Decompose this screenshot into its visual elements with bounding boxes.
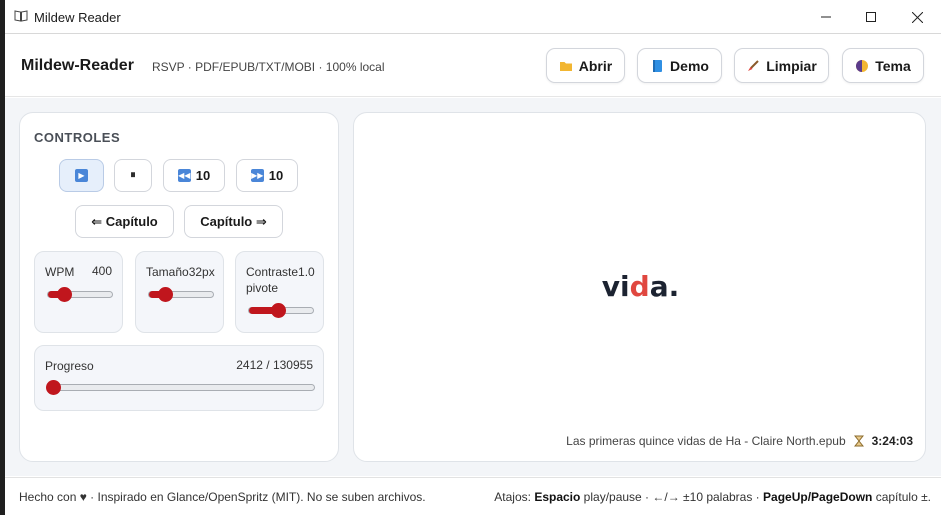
half-moon-icon — [856, 59, 869, 72]
progress-control: Progreso 2412 / 130955 — [34, 345, 324, 411]
reader-status: Las primeras quince vidas de Ha - Claire… — [566, 434, 913, 448]
maximize-button[interactable] — [848, 0, 894, 34]
main-area: CONTROLES ▶ ⏸ ◀◀ 10 ▶▶ 10 ⇐ Capítulo Cap… — [5, 98, 941, 476]
app-footer: Hecho con ♥ · Inspirado en Glance/OpenSp… — [5, 477, 941, 515]
fast-forward-icon: ▶▶ — [250, 169, 264, 182]
rewind-button[interactable]: ◀◀ 10 — [163, 159, 225, 192]
controls-panel: CONTROLES ▶ ⏸ ◀◀ 10 ▶▶ 10 ⇐ Capítulo Cap… — [19, 112, 339, 462]
close-icon — [911, 11, 923, 23]
pause-icon: ⏸ — [130, 169, 136, 181]
play-button[interactable]: ▶ — [59, 159, 104, 192]
progress-value: 2412 / 130955 — [236, 358, 313, 372]
wpm-value: 400 — [92, 264, 113, 278]
theme-button[interactable]: Tema — [842, 48, 924, 83]
progress-slider[interactable] — [46, 380, 315, 395]
next-chapter-button[interactable]: Capítulo ⇒ — [184, 205, 283, 238]
rewind-icon: ◀◀ — [177, 169, 191, 182]
play-icon: ▶ — [75, 169, 88, 182]
size-slider-thumb[interactable] — [158, 287, 173, 302]
space-key: Espacio — [534, 490, 581, 504]
minimize-button[interactable] — [803, 0, 849, 34]
size-value: 32px — [188, 265, 215, 279]
size-slider[interactable] — [148, 287, 214, 302]
time-remaining: 3:24:03 — [871, 434, 913, 448]
contrast-value: 1.0 — [298, 265, 315, 279]
contrast-slider-thumb[interactable] — [271, 303, 286, 318]
window-title: Mildew Reader — [34, 10, 121, 25]
demo-button[interactable]: Demo — [637, 48, 722, 83]
clear-button[interactable]: Limpiar — [734, 48, 829, 83]
size-control: Tamaño32px — [135, 251, 224, 333]
document-icon — [653, 59, 663, 72]
pages-key: PageUp/PageDown — [763, 490, 873, 504]
fast-forward-button[interactable]: ▶▶ 10 — [236, 159, 298, 192]
pivot-letter: d — [629, 270, 650, 303]
reader-panel: vida. Las primeras quince vidas de Ha - … — [353, 112, 926, 462]
wpm-label: WPM — [45, 265, 75, 279]
footer-credits: Hecho con ♥ · Inspirado en Glance/OpenSp… — [19, 490, 426, 504]
app-window: Mildew Reader Mildew-Reader RSVP · PDF/E… — [5, 0, 941, 515]
size-label: Tamaño32px — [146, 265, 215, 279]
progress-label: Progreso — [45, 359, 94, 373]
file-name: Las primeras quince vidas de Ha - Claire… — [566, 434, 846, 448]
wpm-control: WPM 400 — [34, 251, 123, 333]
contrast-slider[interactable] — [248, 303, 314, 318]
contrast-label: Contraste1.0 pivote — [246, 265, 315, 295]
controls-title: CONTROLES — [34, 130, 121, 145]
hourglass-icon — [853, 435, 864, 447]
wpm-slider[interactable] — [47, 287, 113, 302]
contrast-control: Contraste1.0 pivote — [235, 251, 324, 333]
tagline: RSVP · PDF/EPUB/TXT/MOBI · 100% local — [152, 60, 385, 74]
brand-title: Mildew-Reader — [21, 57, 134, 74]
minimize-icon — [821, 16, 831, 18]
folder-icon — [559, 61, 572, 71]
title-bar: Mildew Reader — [5, 0, 941, 34]
close-button[interactable] — [894, 0, 940, 34]
prev-chapter-button[interactable]: ⇐ Capítulo — [75, 205, 174, 238]
wpm-slider-thumb[interactable] — [57, 287, 72, 302]
app-header: Mildew-Reader RSVP · PDF/EPUB/TXT/MOBI ·… — [5, 35, 941, 97]
brush-icon — [748, 59, 759, 71]
progress-slider-thumb[interactable] — [46, 380, 61, 395]
footer-shortcuts: Atajos: Espacio play/pause · ←/→ ±10 pal… — [494, 490, 931, 504]
open-button[interactable]: Abrir — [546, 48, 625, 83]
book-icon — [14, 10, 28, 22]
maximize-icon — [866, 12, 876, 22]
rsvp-word: vida. — [601, 270, 680, 303]
pause-button[interactable]: ⏸ — [114, 159, 152, 192]
